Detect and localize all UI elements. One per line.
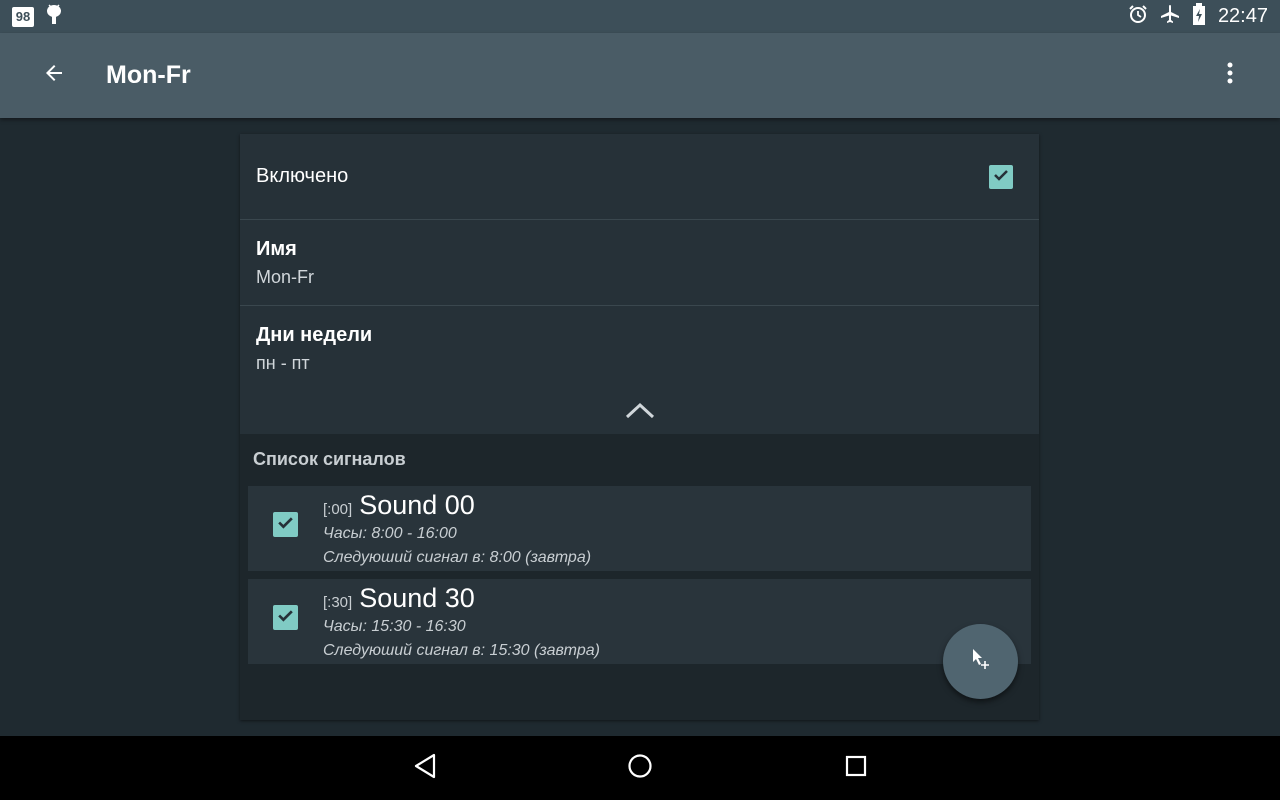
signal-next: Следуюший сигнал в: 15:30 (завтра) [323,642,600,659]
signal-code: [:30] [323,594,353,611]
list-item[interactable]: [:30] Sound 30 Часы: 15:30 - 16:30 Следу… [248,579,1031,664]
signal-checkbox[interactable] [273,605,298,630]
alarm-icon [1128,4,1148,29]
signal-checkbox[interactable] [273,512,298,537]
status-right: 22:47 [1128,3,1268,30]
nav-home-button[interactable] [620,748,660,788]
airplane-icon [1160,4,1180,29]
triangle-back-icon [413,753,437,784]
signal-title-line: [:00] Sound 00 [323,490,591,521]
check-icon [276,606,295,630]
status-time: 22:47 [1217,5,1268,27]
android-icon [46,3,62,30]
status-bar: 98 22:47 [0,0,1280,33]
status-left: 98 [12,3,62,30]
name-value: Mon-Fr [256,267,314,287]
signal-code: [:00] [323,501,353,518]
enabled-checkbox[interactable] [989,165,1013,189]
days-value: пн - пт [256,353,310,373]
back-button[interactable] [24,46,84,106]
signal-text: [:00] Sound 00 Часы: 8:00 - 16:00 Следую… [323,490,591,567]
app-bar: Mon-Fr [0,33,1280,118]
check-icon [992,166,1010,189]
signals-section-header: Список сигналов [253,449,406,469]
notification-badge: 98 [12,6,34,27]
signal-hours: Часы: 15:30 - 16:30 [323,618,466,635]
check-icon [276,513,295,537]
schedule-card: Включено Имя Mon-Fr Дни недели пн - пт С… [240,134,1039,720]
chevron-up-icon [625,402,655,425]
list-item[interactable]: [:00] Sound 00 Часы: 8:00 - 16:00 Следую… [248,486,1031,571]
days-preference[interactable]: Дни недели пн - пт [240,306,1039,392]
nav-recents-button[interactable] [836,748,876,788]
signal-name: Sound 00 [359,490,475,520]
settings-panel: Включено Имя Mon-Fr Дни недели пн - пт [240,134,1039,434]
signal-next: Следуюший сигнал в: 8:00 (завтра) [323,549,592,566]
arrow-back-icon [42,61,66,90]
overflow-menu-button[interactable] [1210,55,1250,95]
square-recents-icon [844,754,868,783]
collapse-button[interactable] [240,392,1039,434]
signal-name: Sound 30 [359,583,475,613]
enabled-preference[interactable]: Включено [240,134,1039,220]
add-bell-icon [969,647,993,676]
nav-back-button[interactable] [405,748,445,788]
signal-hours: Часы: 8:00 - 16:00 [323,525,457,542]
enabled-label: Включено [256,165,349,187]
more-vert-icon [1227,61,1233,90]
signal-title-line: [:30] Sound 30 [323,583,600,614]
days-label: Дни недели [256,324,373,346]
add-signal-button[interactable] [943,624,1018,699]
signal-text: [:30] Sound 30 Часы: 15:30 - 16:30 Следу… [323,583,600,660]
name-label: Имя [256,238,297,260]
page-title: Mon-Fr [106,61,191,89]
battery-charging-icon [1192,3,1206,30]
navigation-bar [0,736,1280,800]
circle-home-icon [627,753,653,784]
name-preference[interactable]: Имя Mon-Fr [240,220,1039,306]
